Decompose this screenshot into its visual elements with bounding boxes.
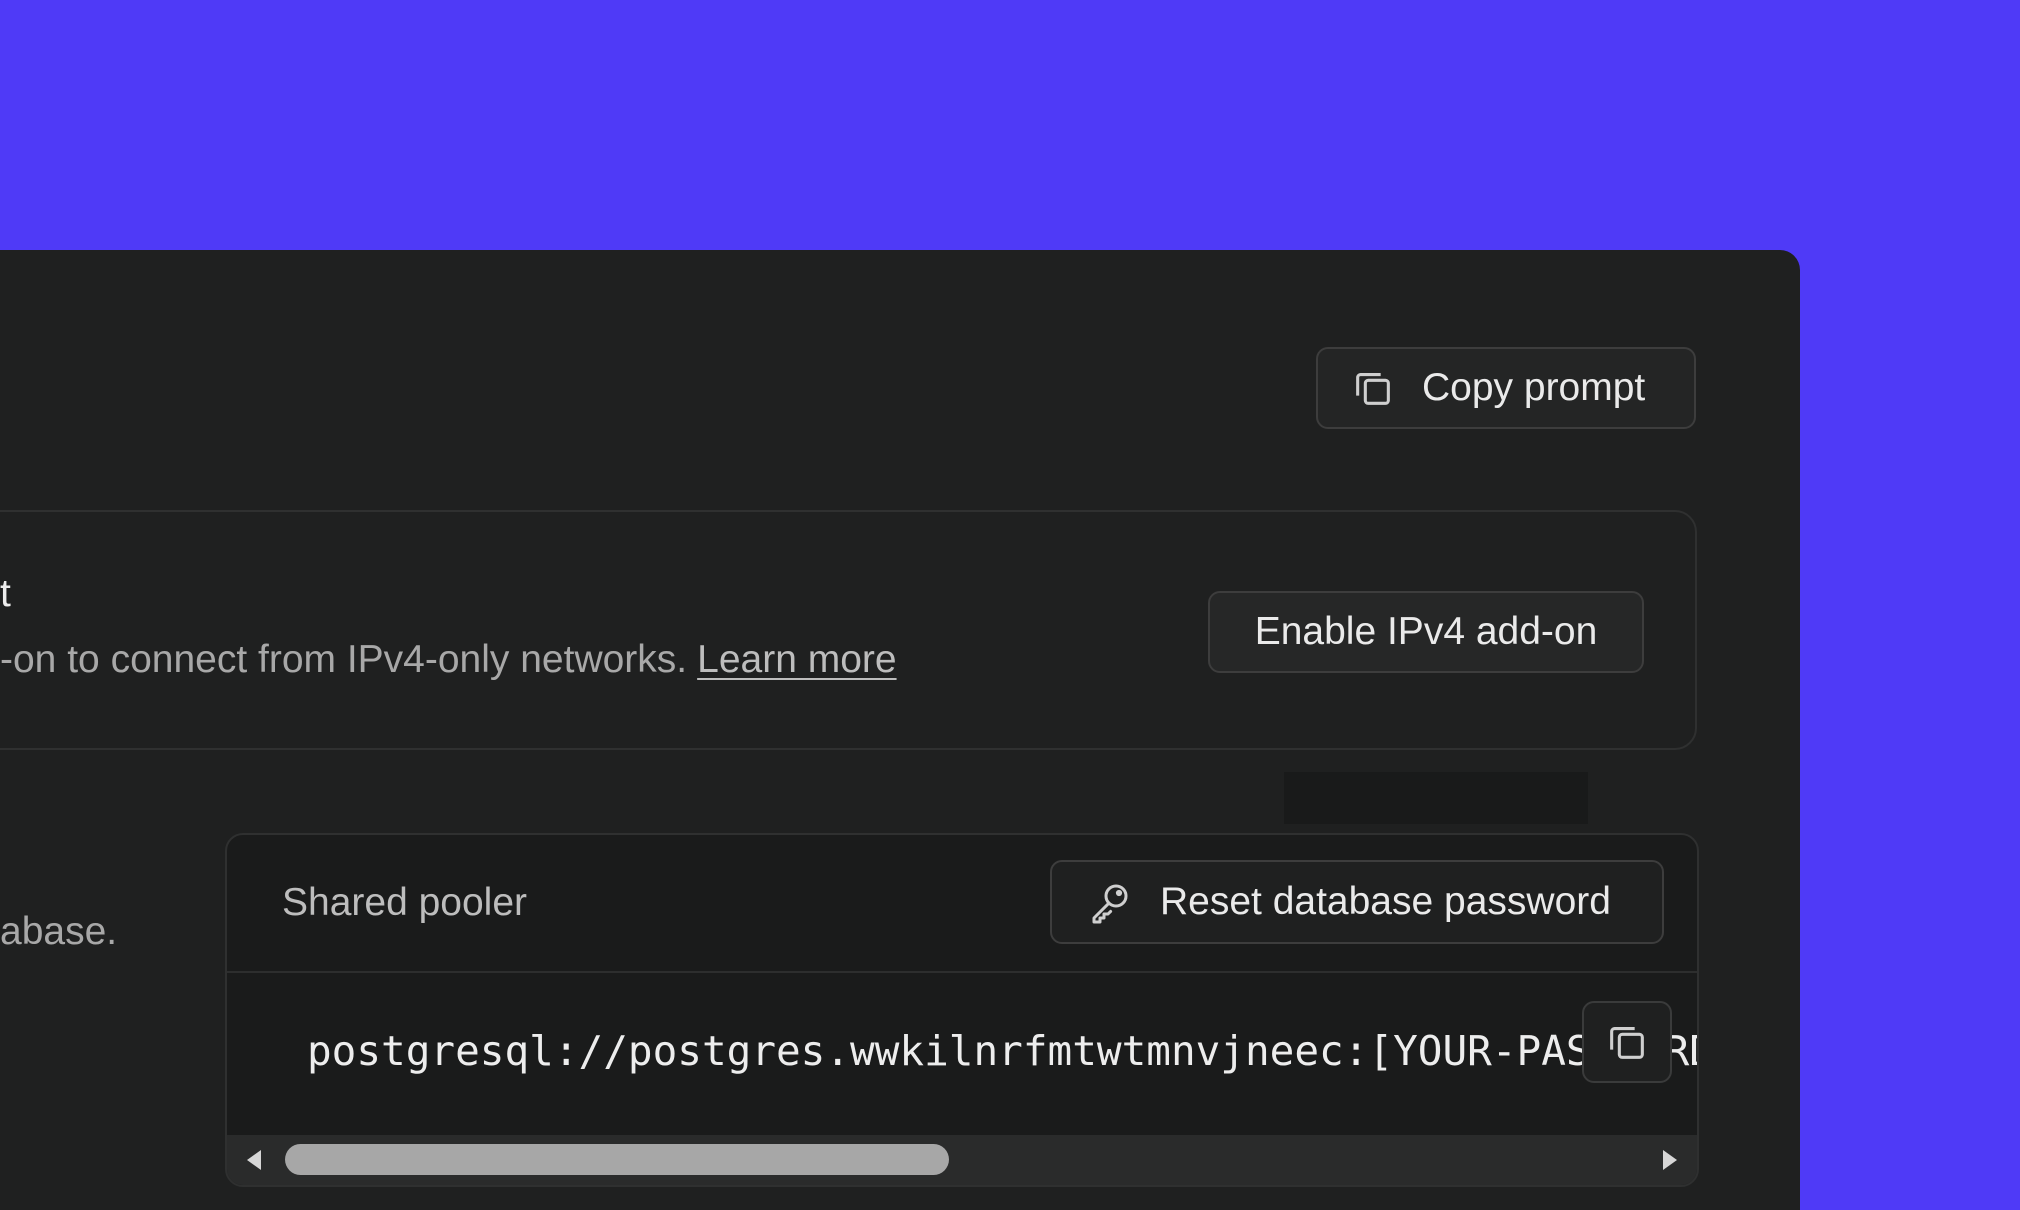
scroll-left-arrow-icon[interactable] bbox=[239, 1145, 269, 1175]
connection-description: abase. bbox=[0, 910, 118, 953]
horizontal-scrollbar[interactable] bbox=[227, 1135, 1697, 1185]
copy-prompt-button[interactable]: Copy prompt bbox=[1316, 347, 1696, 429]
connection-card-header: Shared pooler Reset database password bbox=[227, 835, 1697, 973]
connection-string[interactable]: postgresql://postgres.wwkilnrfmtwtmnvjne… bbox=[307, 1027, 1697, 1075]
ipv4-description-text: -on to connect from IPv4-only networks. bbox=[0, 638, 688, 681]
enable-ipv4-addon-button[interactable]: Enable IPv4 add-on bbox=[1208, 591, 1644, 673]
reset-password-label: Reset database password bbox=[1160, 880, 1611, 923]
pooler-type-label: Shared pooler bbox=[282, 881, 528, 924]
connection-string-card: Shared pooler Reset database password po… bbox=[225, 833, 1699, 1187]
copy-icon bbox=[1610, 1027, 1644, 1059]
copy-prompt-label: Copy prompt bbox=[1422, 366, 1646, 409]
copy-icon bbox=[1356, 373, 1390, 405]
scroll-right-arrow-icon[interactable] bbox=[1655, 1145, 1685, 1175]
connect-panel: Copy prompt t -on to connect from IPv4-o… bbox=[0, 250, 1800, 1210]
connection-string-area: postgresql://postgres.wwkilnrfmtwtmnvjne… bbox=[227, 973, 1697, 1141]
key-icon bbox=[1092, 884, 1128, 924]
scrollbar-thumb[interactable] bbox=[285, 1144, 949, 1175]
tooltip-strip bbox=[1284, 772, 1588, 824]
ipv4-notice-title: t bbox=[0, 572, 11, 615]
copy-connection-string-button[interactable] bbox=[1582, 1001, 1672, 1083]
ipv4-notice-description: -on to connect from IPv4-only networks. L… bbox=[0, 638, 897, 682]
reset-database-password-button[interactable]: Reset database password bbox=[1050, 860, 1664, 944]
learn-more-link[interactable]: Learn more bbox=[697, 638, 896, 681]
